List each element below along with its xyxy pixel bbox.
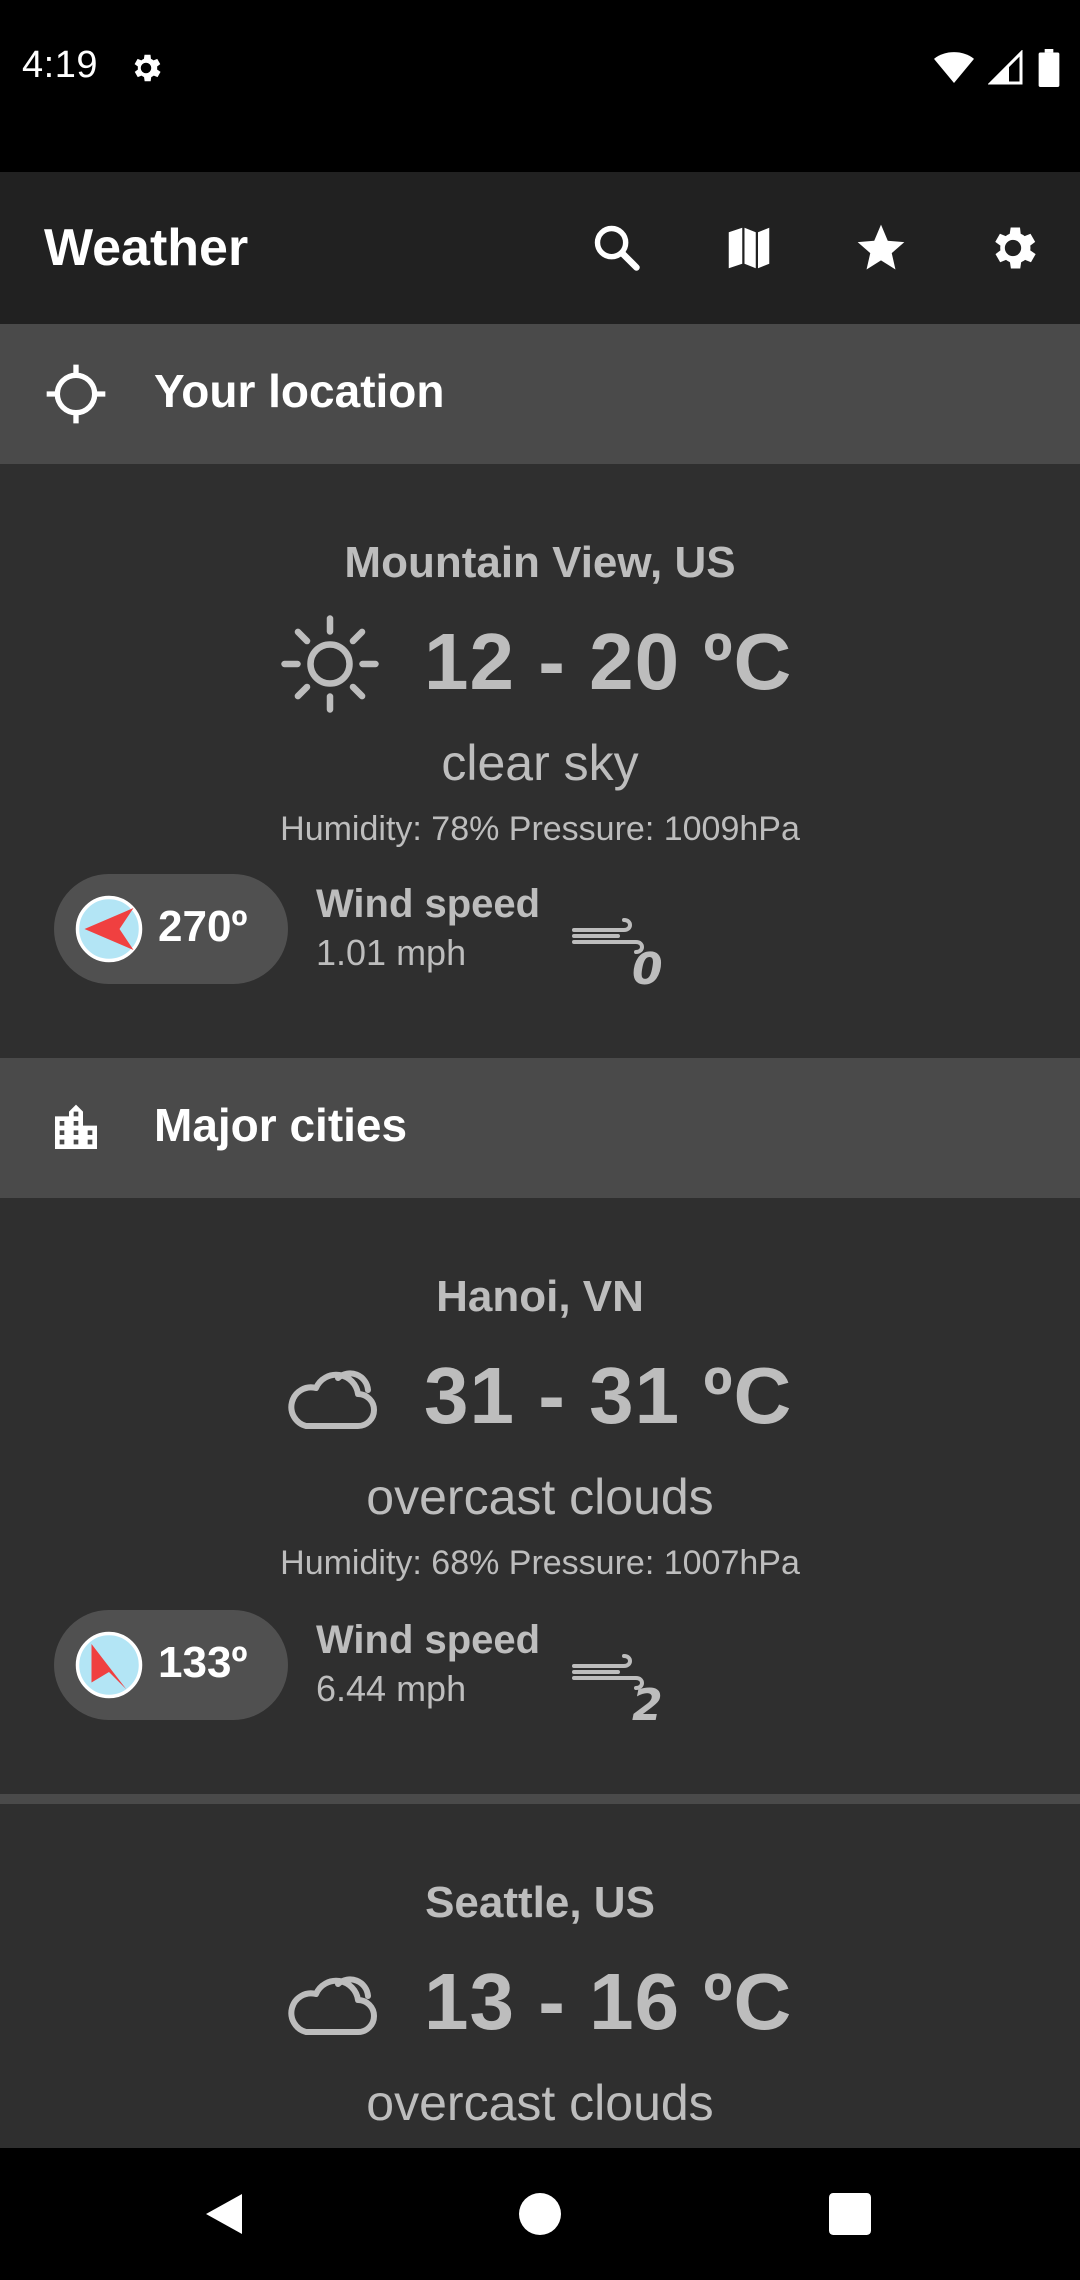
section-label: Your location — [154, 365, 445, 417]
city-icon — [40, 1092, 112, 1164]
settings-icon — [995, 227, 1036, 269]
back-button[interactable] — [192, 2182, 256, 2246]
status-time: 4:19 — [22, 44, 98, 86]
humidity-pressure: Humidity: 68% Pressure: 1007hPa — [280, 1544, 800, 1582]
temperature-range: 31 - 31 ºC — [424, 1351, 793, 1440]
city-name: Seattle, US — [425, 1878, 655, 1927]
temperature-row: 12 - 20 ºC — [0, 612, 1080, 722]
beaufort-number: 2 — [632, 1680, 663, 1724]
recents-icon — [829, 2193, 871, 2235]
map-icon — [728, 227, 770, 269]
search-icon — [594, 225, 640, 271]
compass-icon — [75, 1631, 143, 1699]
favorites-button[interactable] — [841, 208, 921, 288]
weather-card-seattle[interactable]: Seattle, US 13 - 16 ºC overcast clouds — [0, 1804, 1080, 2148]
weather-description: overcast clouds — [366, 1469, 714, 1525]
sun-icon — [281, 615, 379, 713]
wind-direction: 133º — [158, 1638, 248, 1687]
wind-speed-value: 1.01 mph — [316, 932, 467, 973]
settings-button[interactable] — [973, 208, 1053, 288]
battery-icon — [1038, 49, 1060, 87]
home-button[interactable] — [508, 2182, 572, 2246]
home-icon — [519, 2193, 561, 2235]
back-icon — [206, 2194, 242, 2234]
section-header-your-location[interactable]: Your location — [0, 324, 1080, 464]
wifi-icon — [934, 52, 974, 83]
system-nav-bar — [0, 2148, 1080, 2280]
temperature-row: 13 - 16 ºC — [0, 1952, 1080, 2062]
weather-app: 4:19 Weather Your location Mountain View… — [0, 0, 1080, 2280]
temperature-row: 31 - 31 ºC — [0, 1346, 1080, 1456]
city-name: Mountain View, US — [344, 538, 736, 587]
status-bar: 4:19 — [0, 0, 1080, 172]
weather-description: overcast clouds — [366, 2075, 714, 2131]
weather-card-hanoi[interactable]: Hanoi, VN 31 - 31 ºC overcast clouds Hum… — [0, 1198, 1080, 1790]
crosshair-icon — [40, 358, 112, 430]
wind-direction-badge: 270º — [54, 874, 288, 984]
beaufort-number: 0 — [632, 944, 663, 988]
app-bar: Weather — [0, 172, 1080, 324]
wind-beaufort-icon: 2 — [572, 1654, 663, 1724]
map-button[interactable] — [709, 208, 789, 288]
star-icon — [857, 224, 905, 270]
city-name: Hanoi, VN — [436, 1272, 644, 1321]
cloud-icon — [288, 1976, 377, 2035]
humidity-pressure: Humidity: 78% Pressure: 1009hPa — [280, 810, 800, 848]
status-icons — [934, 48, 1060, 88]
compass-icon — [75, 895, 143, 963]
wind-speed-value: 6.44 mph — [316, 1668, 467, 1709]
wind-direction: 270º — [158, 902, 248, 951]
wind-speed-label: Wind speed — [316, 1618, 541, 1662]
temperature-range: 13 - 16 ºC — [424, 1957, 793, 2046]
weather-card-mountain-view[interactable]: Mountain View, US 12 - 20 ºC clear sky H… — [0, 464, 1080, 1056]
app-title: Weather — [44, 219, 249, 277]
wind-beaufort-icon: 0 — [572, 918, 663, 988]
card-divider — [0, 1794, 1080, 1804]
recents-button[interactable] — [818, 2182, 882, 2246]
wind-speed-label: Wind speed — [316, 882, 541, 926]
section-header-major-cities[interactable]: Major cities — [0, 1058, 1080, 1198]
settings-icon — [134, 54, 161, 82]
search-button[interactable] — [577, 208, 657, 288]
weather-description: clear sky — [441, 735, 639, 791]
temperature-range: 12 - 20 ºC — [424, 617, 793, 706]
section-label: Major cities — [154, 1099, 408, 1151]
signal-icon — [988, 50, 1023, 85]
wind-direction-badge: 133º — [54, 1610, 288, 1720]
cloud-icon — [288, 1370, 377, 1429]
